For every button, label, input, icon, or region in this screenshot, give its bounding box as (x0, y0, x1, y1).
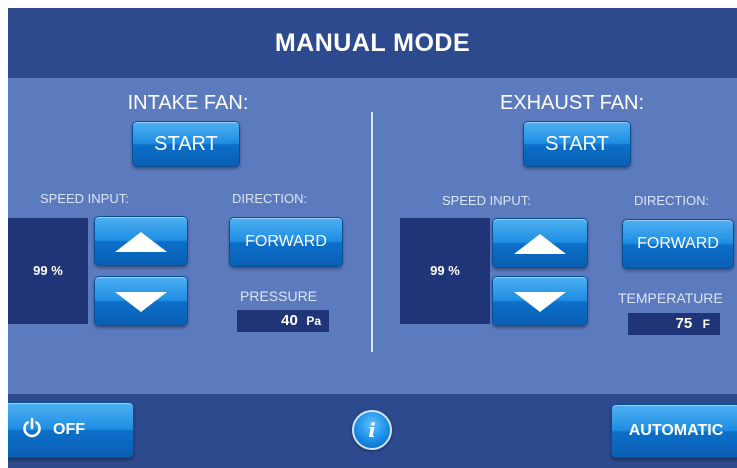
exhaust-direction-label: DIRECTION: (634, 193, 710, 208)
header-bar: MANUAL MODE (8, 8, 737, 78)
exhaust-fan-heading: EXHAUST FAN: (499, 92, 645, 114)
automatic-button[interactable]: AUTOMATIC (611, 404, 737, 458)
intake-pressure-unit: Pa (306, 314, 321, 328)
off-label: OFF (53, 421, 85, 438)
intake-fan-heading: INTAKE FAN: (127, 92, 249, 114)
exhaust-speed-value: 99 % (400, 218, 490, 324)
exhaust-direction-button[interactable]: FORWARD (622, 219, 734, 269)
exhaust-temperature-label: TEMPERATURE (618, 290, 723, 306)
intake-pressure-value: 40 (281, 312, 298, 329)
intake-speed-down-button[interactable] (94, 276, 188, 326)
exhaust-speed-up-button[interactable] (492, 218, 588, 268)
intake-direction-value: FORWARD (245, 233, 327, 250)
automatic-label: AUTOMATIC (628, 422, 724, 439)
intake-start-label: START (154, 133, 218, 155)
exhaust-start-label: START (545, 133, 609, 155)
arrow-up-icon (115, 232, 167, 252)
exhaust-speed-input-label: SPEED INPUT: (442, 193, 531, 208)
exhaust-temperature-value: 75 (675, 315, 693, 332)
arrow-down-icon (115, 292, 167, 312)
hmi-screen: MANUAL MODE INTAKE FAN: START SPEED INPU… (8, 8, 737, 468)
exhaust-speed-down-button[interactable] (492, 276, 588, 326)
intake-direction-button[interactable]: FORWARD (229, 217, 343, 267)
off-button[interactable]: OFF (8, 402, 134, 458)
intake-speed-value: 99 % (8, 218, 88, 324)
page-title: MANUAL MODE (274, 29, 471, 57)
intake-start-button[interactable]: START (132, 121, 240, 167)
exhaust-temperature-unit: F (702, 317, 710, 331)
exhaust-start-button[interactable]: START (523, 121, 631, 167)
exhaust-direction-value: FORWARD (637, 235, 719, 252)
section-divider (371, 112, 373, 352)
info-button[interactable]: i (352, 410, 392, 450)
intake-pressure-label: PRESSURE (240, 288, 318, 304)
intake-pressure-readout: 40 Pa (237, 310, 329, 332)
intake-speed-up-button[interactable] (94, 216, 188, 266)
info-icon: i (368, 418, 376, 442)
exhaust-temperature-readout: 75 F (628, 313, 720, 335)
intake-speed-input-label: SPEED INPUT: (40, 191, 129, 206)
arrow-up-icon (514, 234, 566, 254)
power-icon (23, 417, 41, 438)
intake-direction-label: DIRECTION: (232, 191, 308, 206)
arrow-down-icon (514, 292, 566, 312)
